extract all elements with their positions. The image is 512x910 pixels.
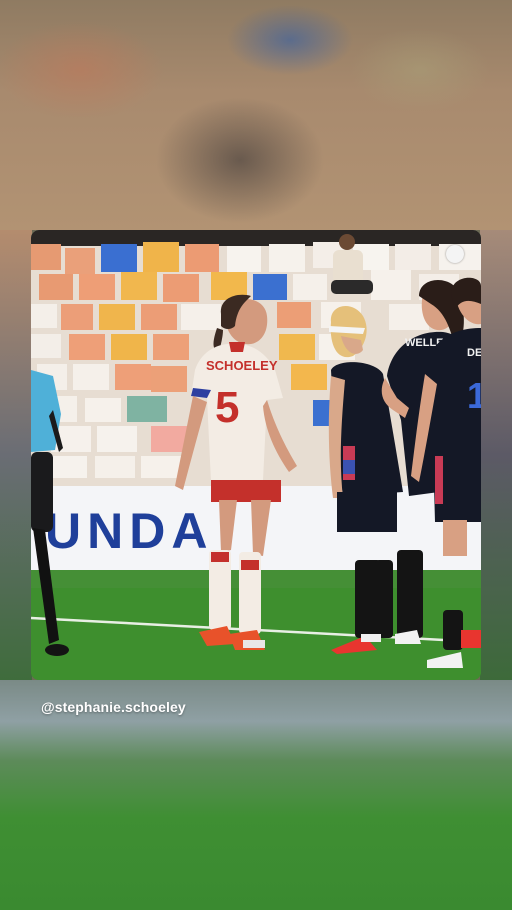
- opponent-name-2: DE: [467, 347, 481, 359]
- opponent-number-2: 1: [467, 375, 481, 416]
- board-text: UNDA: [45, 503, 213, 559]
- more-options-dot-icon[interactable]: [446, 245, 464, 263]
- backdrop-top: [0, 0, 512, 230]
- post-photo: UNDA SCHOELEY 5 WELLE DE 1: [31, 230, 481, 680]
- player-name: SCHOELEY: [206, 358, 278, 373]
- post-card[interactable]: UNDA SCHOELEY 5 WELLE DE 1: [31, 230, 481, 680]
- backdrop-right: [480, 230, 512, 680]
- username-label[interactable]: @stephanie.schoeley: [41, 699, 186, 715]
- player-number: 5: [215, 383, 239, 432]
- backdrop-left: [0, 230, 32, 680]
